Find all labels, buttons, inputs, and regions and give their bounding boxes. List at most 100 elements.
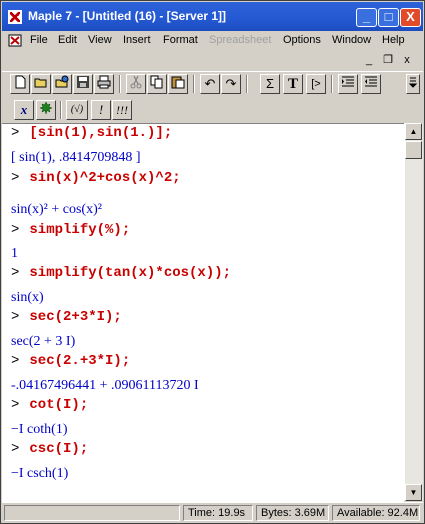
status-message: [4, 505, 180, 521]
prompt: >: [11, 222, 20, 238]
indent-icon: [342, 76, 354, 87]
save-button[interactable]: [73, 74, 93, 94]
menu-options[interactable]: Options: [283, 34, 321, 46]
redo-button[interactable]: ↷: [221, 74, 241, 94]
new-file-icon: [15, 75, 26, 89]
toolbar-separator: [119, 75, 121, 93]
input-line[interactable]: > csc(I);: [11, 441, 88, 457]
printer-icon: [97, 75, 111, 89]
toolbar-separator: [193, 75, 195, 93]
input-line[interactable]: > [sin(1),sin(1.)];: [11, 125, 172, 141]
maximize-button[interactable]: □: [378, 8, 399, 27]
scroll-up-button[interactable]: ▲: [405, 123, 422, 140]
status-bar: Time: 19.9s Bytes: 3.69M Available: 92.4…: [2, 502, 423, 523]
maple-app-icon[interactable]: [8, 10, 22, 24]
doc-minimize-button[interactable]: _: [361, 54, 377, 67]
open-url-icon: [55, 75, 69, 88]
menu-edit[interactable]: Edit: [58, 34, 77, 46]
menu-file[interactable]: File: [30, 34, 48, 46]
chevron-down-icon: [408, 77, 418, 88]
cut-button[interactable]: [126, 74, 146, 94]
output-line: sin(x): [11, 290, 44, 305]
paste-icon: [171, 76, 185, 89]
outdent-icon: [365, 76, 377, 87]
input-text[interactable]: sec(2.+3*I);: [29, 353, 130, 369]
toolbar-separator: [246, 75, 248, 93]
input-text[interactable]: csc(I);: [29, 441, 88, 457]
input-line[interactable]: > simplify(%);: [11, 222, 130, 238]
open-url-button[interactable]: [52, 74, 72, 94]
sqrt-button[interactable]: (√): [66, 100, 88, 120]
close-button[interactable]: X: [400, 8, 421, 27]
output-line: sec(2 + 3 I): [11, 334, 76, 349]
toolbar-separator: [331, 75, 333, 93]
status-time: Time: 19.9s: [183, 505, 253, 521]
scissors-icon: [130, 75, 142, 89]
menu-bar: File Edit View Insert Format Spreadsheet…: [2, 31, 423, 50]
minimize-button[interactable]: _: [356, 8, 377, 27]
input-text[interactable]: sin(x)^2+cos(x)^2;: [29, 170, 180, 186]
prompt: >: [11, 353, 20, 369]
sigma-button[interactable]: Σ: [260, 74, 280, 94]
doc-close-button[interactable]: x: [399, 54, 415, 67]
input-line[interactable]: > simplify(tan(x)*cos(x));: [11, 265, 231, 281]
output-line: sin(x)² + cos(x)²: [11, 202, 102, 217]
save-disk-icon: [77, 76, 89, 88]
worksheet[interactable]: > [sin(1),sin(1.)]; [ sin(1), .8414709848…: [2, 123, 404, 502]
prompt: >: [11, 397, 20, 413]
maple-window: Maple 7 - [Untitled (16) - [Server 1]] _…: [0, 0, 425, 524]
context-toolbar: x (√) ! !!!: [2, 98, 423, 122]
input-line[interactable]: > sin(x)^2+cos(x)^2;: [11, 170, 181, 186]
input-text[interactable]: simplify(tan(x)*cos(x));: [29, 265, 231, 281]
maple-leaf-icon: [39, 101, 53, 115]
output-line: 1: [11, 246, 18, 261]
menu-view[interactable]: View: [88, 34, 112, 46]
toolbar-separator: [60, 101, 62, 119]
prompt: >: [11, 265, 20, 281]
maple-leaf-button[interactable]: [36, 100, 56, 120]
menu-spreadsheet: Spreadsheet: [209, 34, 272, 46]
menu-help[interactable]: Help: [382, 34, 405, 46]
math-input-button[interactable]: x: [14, 100, 34, 120]
execute-all-button[interactable]: !!!: [112, 100, 132, 120]
menu-insert[interactable]: Insert: [123, 34, 151, 46]
paste-button[interactable]: [168, 74, 188, 94]
execute-button[interactable]: !: [91, 100, 111, 120]
prompt: >: [11, 170, 20, 186]
input-text[interactable]: simplify(%);: [29, 222, 130, 238]
open-button[interactable]: [31, 74, 51, 94]
status-available: Available: 92.4M: [332, 505, 420, 521]
output-line: −I csch(1): [11, 466, 69, 481]
scroll-down-button[interactable]: ▼: [405, 484, 422, 501]
input-line[interactable]: > sec(2.+3*I);: [11, 353, 130, 369]
print-button[interactable]: [94, 74, 114, 94]
menu-format[interactable]: Format: [163, 34, 198, 46]
main-toolbar: ↶ ↷ Σ T [>: [2, 71, 423, 98]
folder-open-icon: [34, 78, 47, 88]
new-file-button[interactable]: [10, 74, 30, 94]
input-line[interactable]: > sec(2+3*I);: [11, 309, 122, 325]
prompt: >: [11, 441, 20, 457]
insert-exec-group-button[interactable]: [>: [306, 74, 326, 94]
undo-button[interactable]: ↶: [200, 74, 220, 94]
outdent-section-button[interactable]: [361, 74, 381, 94]
toolbar-overflow-button[interactable]: [406, 74, 420, 94]
input-text[interactable]: cot(I);: [29, 397, 88, 413]
text-mode-button[interactable]: T: [283, 74, 303, 94]
indent-section-button[interactable]: [338, 74, 358, 94]
prompt: >: [11, 309, 20, 325]
status-bytes: Bytes: 3.69M: [256, 505, 329, 521]
output-line: [ sin(1), .8414709848 ]: [11, 150, 141, 165]
vertical-scrollbar[interactable]: ▲ ▼: [404, 123, 423, 501]
input-text[interactable]: sec(2+3*I);: [29, 309, 121, 325]
input-text[interactable]: [sin(1),sin(1.)];: [29, 125, 172, 141]
window-title: Maple 7 - [Untitled (16) - [Server 1]]: [28, 9, 227, 23]
input-line[interactable]: > cot(I);: [11, 397, 88, 413]
title-bar[interactable]: Maple 7 - [Untitled (16) - [Server 1]] _…: [2, 2, 423, 31]
output-line: −I coth(1): [11, 422, 68, 437]
copy-button[interactable]: [147, 74, 167, 94]
menu-window[interactable]: Window: [332, 34, 371, 46]
doc-restore-button[interactable]: ❐: [380, 54, 396, 67]
scroll-thumb[interactable]: [405, 141, 422, 159]
document-icon[interactable]: [8, 34, 22, 47]
